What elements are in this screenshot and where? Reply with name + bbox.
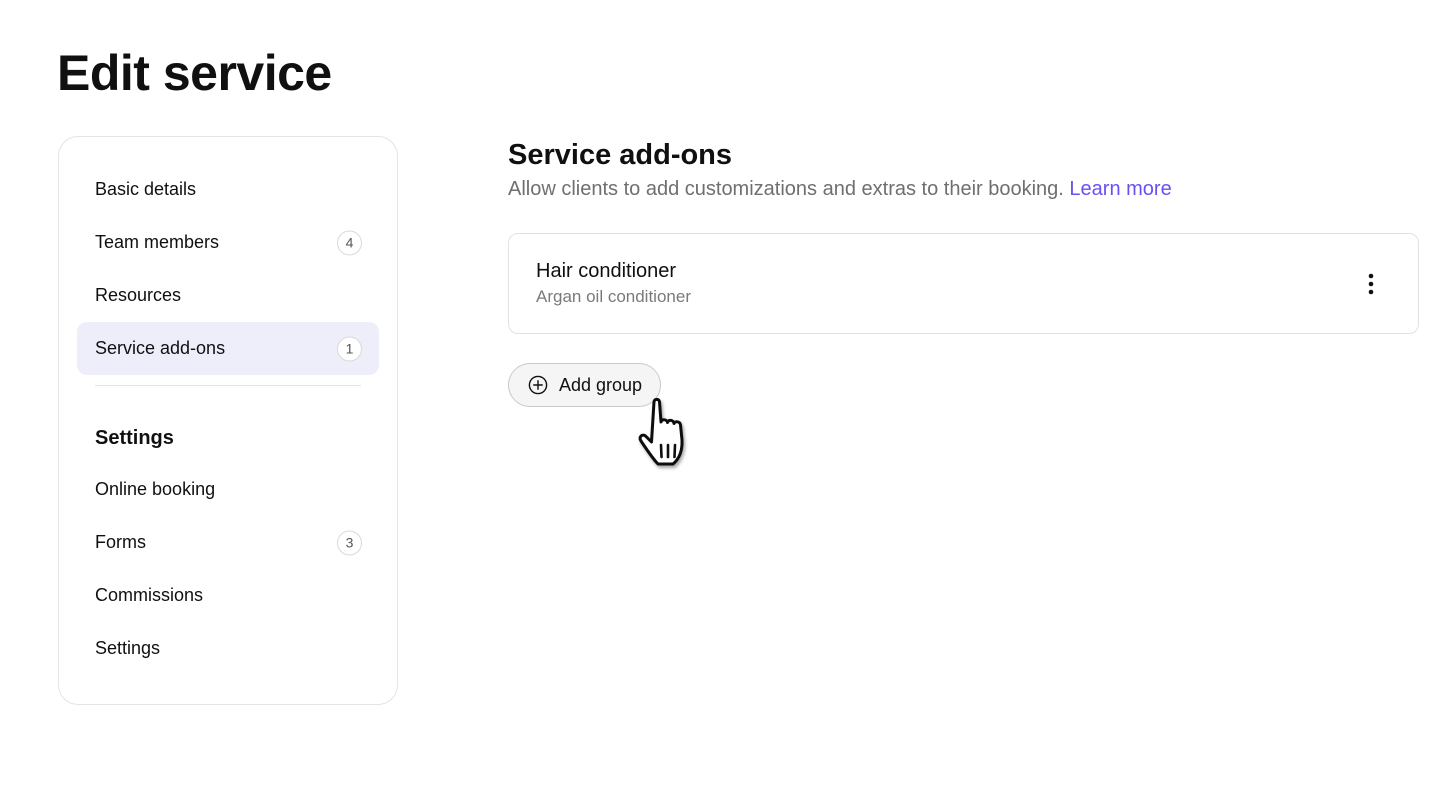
section-subtitle: Allow clients to add customizations and … (508, 175, 1420, 203)
more-vertical-icon (1368, 273, 1374, 295)
sidebar-item-team-members[interactable]: Team members 4 (77, 216, 379, 269)
addon-card[interactable]: Hair conditioner Argan oil conditioner (508, 233, 1419, 334)
sidebar-item-forms[interactable]: Forms 3 (77, 516, 379, 569)
more-options-button[interactable] (1358, 270, 1384, 298)
page-title: Edit service (57, 45, 332, 101)
subtitle-text: Allow clients to add customizations and … (508, 178, 1064, 200)
page: Edit service Basic details Team members … (0, 0, 1440, 800)
sidebar-item-service-add-ons[interactable]: Service add-ons 1 (77, 322, 379, 375)
sidebar-item-label: Online booking (95, 479, 216, 499)
sidebar-item-label: Forms (95, 532, 146, 552)
settings-items: Online booking Forms 3 Commissions Setti… (77, 463, 379, 675)
addon-description: Argan oil conditioner (536, 287, 691, 306)
addon-name: Hair conditioner (536, 260, 677, 282)
section-title: Service add-ons (508, 139, 733, 171)
sidebar: Basic details Team members 4 Resources S… (58, 136, 398, 705)
sidebar-item-label: Resources (95, 285, 182, 305)
add-group-button[interactable]: Add group (508, 363, 662, 407)
sidebar-item-label: Settings (95, 638, 161, 658)
plus-circle-icon (528, 375, 548, 395)
sidebar-item-commissions[interactable]: Commissions (77, 569, 379, 622)
sidebar-divider (95, 385, 361, 386)
sidebar-section-heading: Settings (95, 427, 174, 449)
count-badge: 3 (337, 530, 362, 555)
sidebar-item-label: Team members (95, 232, 220, 252)
sidebar-item-online-booking[interactable]: Online booking (77, 463, 379, 516)
sidebar-item-basic-details[interactable]: Basic details (77, 163, 379, 216)
add-group-label: Add group (559, 374, 643, 395)
main-content: Service add-ons Allow clients to add cus… (508, 136, 1420, 407)
sidebar-item-settings[interactable]: Settings (77, 622, 379, 675)
sidebar-item-label: Basic details (95, 179, 197, 199)
learn-more-link[interactable]: Learn more (1069, 178, 1171, 200)
count-badge: 4 (337, 230, 362, 255)
sidebar-item-label: Service add-ons (95, 338, 226, 358)
sidebar-item-label: Commissions (95, 585, 204, 605)
count-badge: 1 (337, 336, 362, 361)
sidebar-item-resources[interactable]: Resources (77, 269, 379, 322)
